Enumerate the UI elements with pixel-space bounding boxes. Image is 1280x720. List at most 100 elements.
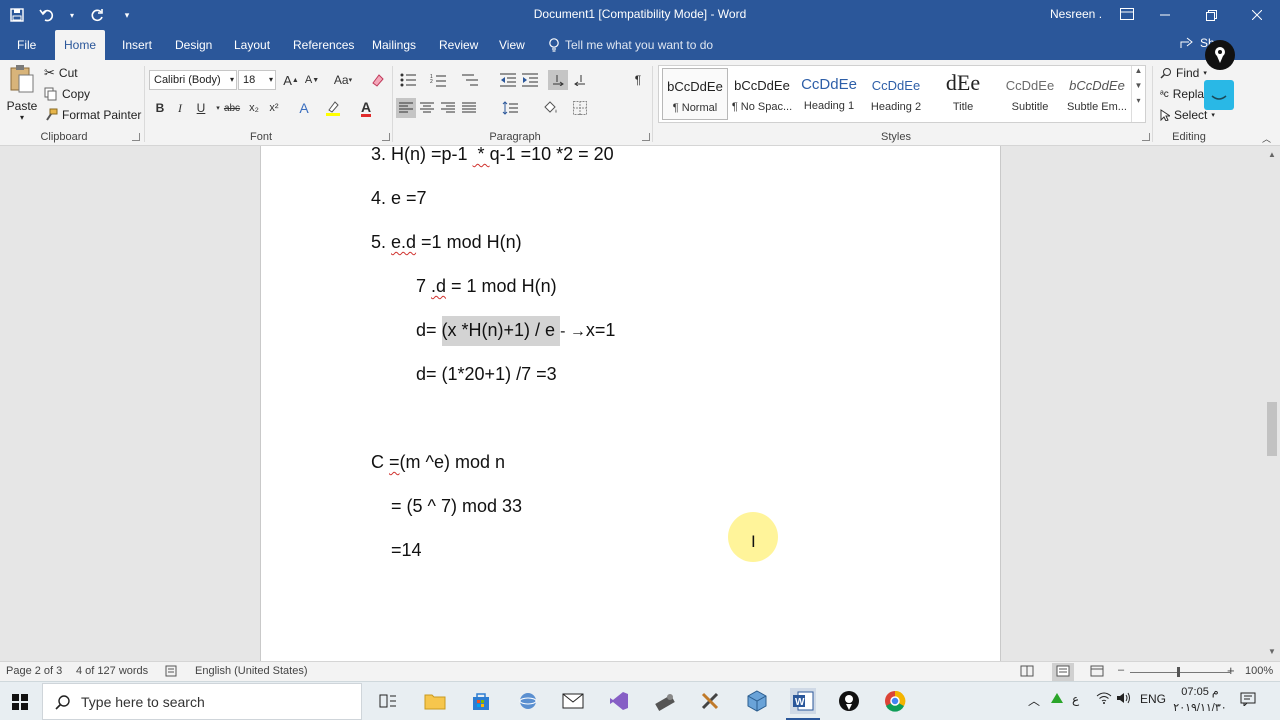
style-no-spacing[interactable]: bCcDdEe ¶ No Spac... [729, 68, 795, 120]
word-count[interactable]: 4 of 127 words [76, 665, 148, 677]
paste-button[interactable]: Paste ▾ [6, 64, 38, 126]
scroll-down-icon[interactable]: ▼ [1268, 647, 1276, 656]
restore-button[interactable] [1188, 0, 1234, 30]
chevron-down-icon[interactable]: ▼ [1132, 81, 1145, 90]
style-normal[interactable]: bCcDdEe ¶ Normal [662, 68, 728, 120]
find-button[interactable]: Find ▾ [1160, 63, 1207, 83]
zoom-in-icon[interactable]: + [1227, 663, 1235, 678]
print-layout-icon[interactable] [1052, 663, 1074, 682]
more-styles-icon[interactable]: ▾ [1132, 96, 1145, 105]
tell-me-box[interactable]: Tell me what you want to do [548, 30, 713, 60]
tab-review[interactable]: Review [430, 30, 487, 60]
document-page[interactable]: 3. H(n) =p-1 * q-1 =10 *2 = 20 4. e =7 5… [260, 146, 1001, 661]
grow-font-button[interactable]: A ▲ [281, 70, 301, 90]
recorder-app-icon[interactable] [836, 688, 862, 714]
line-spacing-button[interactable] [500, 98, 520, 118]
borders-button[interactable] [570, 98, 590, 118]
clear-formatting-button[interactable] [368, 70, 388, 90]
font-launcher-icon[interactable] [382, 133, 390, 141]
zoom-slider[interactable] [1130, 672, 1230, 673]
rtl-button[interactable] [570, 70, 590, 90]
copy-button[interactable]: Copy [44, 84, 90, 104]
align-right-button[interactable] [438, 98, 458, 118]
close-button[interactable] [1234, 0, 1280, 30]
keyboard-layout-icon[interactable]: ع [1072, 692, 1079, 706]
vertical-scrollbar[interactable]: ▲ ▼ [1264, 146, 1280, 661]
tab-insert[interactable]: Insert [113, 30, 161, 60]
tools-app-icon[interactable] [652, 688, 678, 714]
show-hidden-icons[interactable]: ︿ [1028, 692, 1040, 709]
style-subtitle[interactable]: CcDdEe Subtitle [997, 68, 1063, 120]
align-left-button[interactable] [396, 98, 416, 118]
show-formatting-button[interactable]: ¶ [628, 70, 648, 90]
input-language[interactable]: ENG [1140, 692, 1166, 706]
user-name[interactable]: Nesreen . [1050, 7, 1102, 21]
justify-button[interactable] [459, 98, 479, 118]
font-size-dropdown[interactable]: 18 ▾ [238, 70, 276, 90]
nvidia-icon[interactable] [1050, 692, 1064, 707]
bullets-button[interactable] [398, 70, 418, 90]
tab-view[interactable]: View [490, 30, 534, 60]
read-mode-icon[interactable] [1020, 665, 1034, 680]
shading-button[interactable] [540, 98, 560, 118]
style-title[interactable]: dEe Title [930, 68, 996, 120]
increase-indent-button[interactable] [520, 70, 540, 90]
font-name-dropdown[interactable]: Calibri (Body) ▾ [149, 70, 237, 90]
tab-layout[interactable]: Layout [225, 30, 279, 60]
language-indicator[interactable]: English (United States) [195, 665, 308, 677]
store-icon[interactable] [468, 688, 494, 714]
mail-icon[interactable] [560, 688, 586, 714]
clipboard-launcher-icon[interactable] [132, 133, 140, 141]
visual-studio-icon[interactable] [606, 688, 632, 714]
scroll-up-icon[interactable]: ▲ [1268, 150, 1276, 159]
zoom-out-icon[interactable]: – [1118, 664, 1124, 676]
tab-home[interactable]: Home [55, 30, 106, 60]
system-clock[interactable]: 07:05 م ٢٠١٩/١١/٣٠ [1170, 684, 1230, 716]
tab-file[interactable]: File [8, 30, 45, 60]
subscript-button[interactable]: x₂ [244, 98, 264, 118]
zoom-level[interactable]: 100% [1245, 665, 1273, 677]
decrease-indent-button[interactable] [498, 70, 518, 90]
action-center-icon[interactable] [1240, 692, 1256, 709]
virtualbox-icon[interactable] [744, 688, 770, 714]
tab-references[interactable]: References [284, 30, 363, 60]
format-painter-button[interactable]: Format Painter [44, 105, 141, 125]
highlight-button[interactable] [323, 98, 343, 118]
replace-button[interactable]: ᵃc Repla [1160, 84, 1204, 104]
style-heading-2[interactable]: CcDdEe Heading 2 [863, 68, 929, 120]
scrollbar-thumb[interactable] [1267, 402, 1277, 456]
styles-scroll[interactable]: ▲ ▼ ▾ [1131, 66, 1145, 122]
file-explorer-icon[interactable] [422, 688, 448, 714]
style-heading-1[interactable]: CcDdEe Heading 1 [796, 68, 862, 120]
collapse-ribbon-icon[interactable]: ︿ [1262, 132, 1271, 145]
change-case-button[interactable]: Aa ▾ [330, 70, 356, 90]
zoom-slider-thumb[interactable] [1177, 667, 1180, 677]
wifi-icon[interactable] [1096, 692, 1112, 707]
minimize-button[interactable] [1142, 0, 1188, 30]
proofing-icon[interactable] [165, 665, 179, 680]
document-area[interactable]: 3. H(n) =p-1 * q-1 =10 *2 = 20 4. e =7 5… [0, 146, 1264, 661]
multilevel-list-button[interactable] [460, 70, 480, 90]
align-center-button[interactable] [417, 98, 437, 118]
font-color-button[interactable]: A [356, 98, 376, 118]
italic-button[interactable]: I [170, 98, 190, 118]
volume-icon[interactable] [1116, 692, 1132, 707]
paragraph-launcher-icon[interactable] [642, 133, 650, 141]
page-count[interactable]: Page 2 of 3 [6, 665, 62, 677]
text-effects-button[interactable]: A [294, 98, 314, 118]
build-tools-icon[interactable] [698, 688, 724, 714]
styles-launcher-icon[interactable] [1142, 133, 1150, 141]
superscript-button[interactable]: x² [264, 98, 284, 118]
strikethrough-button[interactable]: abc [222, 98, 242, 118]
task-view-icon[interactable] [375, 688, 401, 714]
taskbar-search-box[interactable]: Type here to search [42, 683, 362, 720]
chevron-up-icon[interactable]: ▲ [1132, 66, 1145, 75]
tab-design[interactable]: Design [166, 30, 221, 60]
style-subtle-emphasis[interactable]: bCcDdEe Subtle Em... [1064, 68, 1130, 120]
cut-button[interactable]: ✂ Cut [44, 63, 78, 83]
web-layout-icon[interactable] [1090, 665, 1104, 680]
ltr-button[interactable] [548, 70, 568, 90]
word-app-icon[interactable]: W [790, 688, 816, 714]
shrink-font-button[interactable]: A ▼ [302, 70, 322, 90]
numbering-button[interactable]: 12 [428, 70, 448, 90]
